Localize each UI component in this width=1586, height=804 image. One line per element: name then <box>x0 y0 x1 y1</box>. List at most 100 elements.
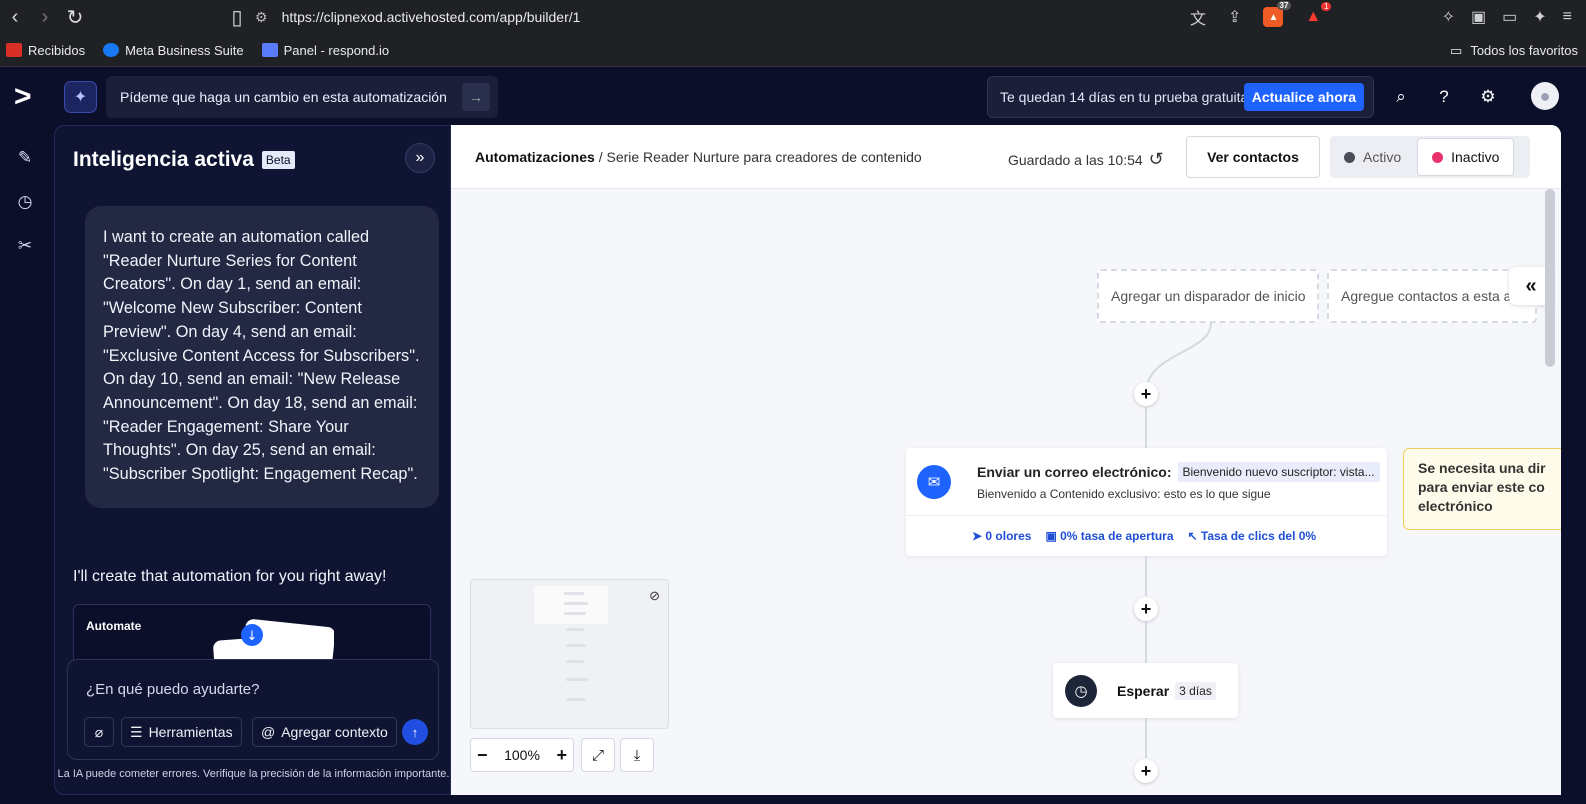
download-icon[interactable]: ⤓ <box>620 738 654 772</box>
app-header: > ✦ Pídeme que haga un cambio en esta au… <box>0 68 1586 125</box>
attach-button[interactable]: ⌀ <box>84 717 114 747</box>
inactive-dot <box>1432 151 1444 163</box>
breadcrumb-root[interactable]: Automatizaciones <box>475 149 595 165</box>
wait-duration: 3 días <box>1175 681 1216 700</box>
activecampaign-logo[interactable]: > <box>14 80 32 114</box>
avatar[interactable]: ● <box>1531 82 1559 110</box>
meta-icon <box>103 43 120 57</box>
bookmark-respond[interactable]: Panel - respond.io <box>261 43 389 58</box>
gear-icon[interactable]: ⚙ <box>1477 86 1499 108</box>
site-settings-icon[interactable]: ⚙ <box>255 9 268 26</box>
reload-icon[interactable]: ↻ <box>60 2 90 32</box>
builder-toolbar: Automatizaciones / Serie Reader Nurture … <box>451 125 1561 189</box>
edit-icon[interactable]: ✎ <box>14 147 36 169</box>
translate-icon[interactable]: 文 <box>1190 5 1206 29</box>
sparkle-icon[interactable]: ✦ <box>64 81 97 113</box>
ai-prompt-bar[interactable]: Pídeme que haga un cambio en esta automa… <box>106 76 498 118</box>
expand-icon[interactable]: ⤢ <box>581 738 615 772</box>
connector-line <box>1145 556 1147 596</box>
history-icon[interactable]: ↺ <box>1149 149 1164 170</box>
svg-text:↓: ↓ <box>247 629 258 644</box>
bookmark-meta[interactable]: Meta Business Suite <box>103 43 244 58</box>
ai-panel: Inteligencia activa Beta » I want to cre… <box>54 125 451 795</box>
send-button[interactable]: ↑ <box>402 719 428 745</box>
send-email-step[interactable]: ✉ Enviar un correo electrónico: Bienveni… <box>906 448 1387 556</box>
zoom-out-button[interactable]: − <box>477 745 488 766</box>
bookmark-icon[interactable]: ▯ <box>222 2 252 32</box>
address-bar[interactable]: ⚙ https://clipnexod.activehosted.com/app… <box>255 3 1175 31</box>
url-text: https://clipnexod.activehosted.com/app/b… <box>281 9 581 25</box>
send-icon: ➤ <box>972 529 983 543</box>
email-step-title: Enviar un correo electrónico: Bienvenido… <box>977 462 1380 482</box>
eye-off-icon[interactable]: ⊘ <box>649 588 660 604</box>
bookmark-recibidos[interactable]: Recibidos <box>6 43 85 58</box>
wallet-icon[interactable]: ▭ <box>1502 7 1517 27</box>
rewards-icon[interactable]: ▲ 1 <box>1305 2 1332 26</box>
zoom-level: 100% <box>504 747 540 763</box>
leo-icon[interactable]: ✦ <box>1533 7 1546 27</box>
minimap-preview <box>534 586 608 726</box>
user-message: I want to create an automation called "R… <box>85 206 439 508</box>
add-step-button[interactable]: + <box>1134 382 1158 406</box>
collapse-panel-button[interactable]: » <box>405 143 435 173</box>
tools-icon[interactable]: ✂ <box>14 235 36 257</box>
clock-icon: ◷ <box>1065 674 1097 707</box>
sliders-icon: ☰ <box>130 723 143 740</box>
brave-shield-icon[interactable]: ▲ 37 <box>1263 1 1292 27</box>
connector-line <box>1145 621 1147 663</box>
wait-step[interactable]: ◷ Esperar 3 días <box>1053 663 1238 718</box>
menu-icon[interactable]: ≡ <box>1563 8 1572 26</box>
share-icon[interactable]: ⇪ <box>1228 7 1241 27</box>
back-icon[interactable]: ‹ <box>0 2 30 32</box>
add-contacts-trigger[interactable]: Agregue contactos a esta a <box>1327 269 1537 323</box>
gmail-icon <box>6 43 22 57</box>
assistant-message: I'll create that automation for you righ… <box>73 568 387 585</box>
chat-input[interactable]: ¿En qué puedo ayudarte? ⌀ ☰ Herramientas… <box>67 659 439 760</box>
email-warning: Se necesita una dir para enviar este co … <box>1403 448 1561 530</box>
ai-panel-title: Inteligencia activa Beta <box>73 148 295 172</box>
add-context-button[interactable]: @ Agregar contexto <box>252 717 397 747</box>
paperclip-icon: ⌀ <box>94 723 104 740</box>
zoom-control: − 100% + <box>470 738 574 772</box>
arrow-right-icon[interactable]: → <box>462 83 490 111</box>
all-bookmarks[interactable]: ▭ Todos los favoritos <box>1450 34 1578 67</box>
respond-icon <box>261 43 278 57</box>
search-icon[interactable]: ⌕ <box>1390 86 1412 108</box>
help-icon[interactable]: ? <box>1433 86 1455 108</box>
trial-banner: Te quedan 14 días en tu prueba gratuita.… <box>987 76 1374 118</box>
stat-click[interactable]: ↖ Tasa de clics del 0% <box>1188 529 1317 543</box>
view-contacts-button[interactable]: Ver contactos <box>1186 136 1320 178</box>
left-rail: ✎ ◷ ✂ <box>0 125 54 804</box>
saved-status: Guardado a las 10:54 ↺ <box>1008 149 1164 170</box>
chat-input-placeholder: ¿En qué puedo ayudarte? <box>86 681 260 698</box>
email-name-tag[interactable]: Bienvenido nuevo suscriptor: vista... <box>1177 462 1380 482</box>
stat-sent[interactable]: ➤ 0 olores <box>972 529 1031 543</box>
zoom-in-button[interactable]: + <box>556 745 567 766</box>
status-toggle: Activo Inactivo <box>1330 136 1530 178</box>
cursor-icon: ↖ <box>1187 529 1198 543</box>
status-active[interactable]: Activo <box>1330 136 1415 178</box>
upgrade-button[interactable]: Actualice ahora <box>1243 83 1364 111</box>
folder-icon: ▭ <box>1450 42 1463 58</box>
add-step-button[interactable]: + <box>1134 597 1158 621</box>
minimap[interactable]: ⊘ <box>470 579 669 729</box>
extensions-icon[interactable]: ✧ <box>1442 7 1455 27</box>
add-start-trigger[interactable]: Agregar un disparador de inicio <box>1097 269 1319 323</box>
workflow-canvas[interactable]: Agregar un disparador de inicio Agregue … <box>451 189 1561 795</box>
stat-open[interactable]: ▣ 0% tasa de apertura <box>1045 529 1173 543</box>
automation-builder: Automatizaciones / Serie Reader Nurture … <box>451 125 1561 795</box>
history-icon[interactable]: ◷ <box>14 191 36 213</box>
reader-icon[interactable]: ▣ <box>1471 7 1486 27</box>
breadcrumb-current: Serie Reader Nurture para creadores de c… <box>606 149 922 165</box>
forward-icon[interactable]: › <box>30 2 60 32</box>
add-step-button[interactable]: + <box>1134 759 1158 783</box>
envelope-icon: ✉ <box>917 465 951 499</box>
trigger-connector <box>1145 323 1212 393</box>
active-dot <box>1344 151 1355 163</box>
canvas-scrollbar[interactable] <box>1545 189 1555 367</box>
tools-button[interactable]: ☰ Herramientas <box>121 717 242 747</box>
email-stats: ➤ 0 olores ▣ 0% tasa de apertura ↖ Tasa … <box>906 515 1387 556</box>
open-icon: ▣ <box>1045 529 1057 543</box>
status-inactive[interactable]: Inactivo <box>1417 138 1515 176</box>
browser-toolbar: ‹ › ↻ ▯ ⚙ https://clipnexod.activehosted… <box>0 0 1586 34</box>
